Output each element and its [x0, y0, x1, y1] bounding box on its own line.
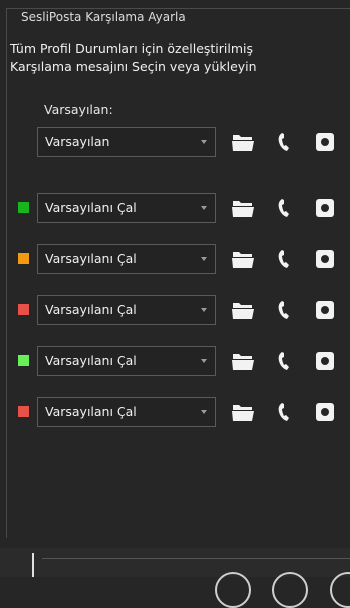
phone-icon: [278, 352, 289, 370]
status-row-4: Varsayılanı Çal: [0, 346, 350, 376]
status-greeting-value: Varsayılanı Çal: [45, 200, 137, 215]
status-greeting-select[interactable]: Varsayılanı Çal: [37, 193, 216, 223]
default-greeting-row: Varsayılan: [0, 127, 350, 157]
record-button[interactable]: [312, 297, 338, 323]
call-button[interactable]: [272, 297, 298, 323]
record-icon: [316, 301, 334, 319]
browse-button[interactable]: [230, 195, 256, 221]
status-color-swatch: [18, 253, 29, 264]
status-row-1: Varsayılanı Çal: [0, 193, 350, 223]
browse-button[interactable]: [230, 297, 256, 323]
group-title: SesliPosta Karşılama Ayarla: [17, 10, 190, 24]
browse-button[interactable]: [230, 399, 256, 425]
status-greeting-select[interactable]: Varsayılanı Çal: [37, 397, 216, 427]
chevron-down-icon: [201, 410, 207, 414]
description-line-2: Karşılama mesajını Seçin veya yükleyin: [10, 59, 257, 74]
folder-icon: [232, 405, 254, 421]
status-color-swatch: [18, 304, 29, 315]
divider: [42, 558, 350, 559]
record-button[interactable]: [312, 399, 338, 425]
phone-icon: [278, 250, 289, 268]
record-icon: [316, 403, 334, 421]
default-call-button[interactable]: [272, 129, 298, 155]
description: Tüm Profil Durumları için özelleştirilmi…: [10, 40, 257, 76]
status-row-2: Varsayılanı Çal: [0, 244, 350, 274]
default-greeting-value: Varsayılan: [45, 134, 110, 149]
status-color-swatch: [18, 406, 29, 417]
status-greeting-select[interactable]: Varsayılanı Çal: [37, 295, 216, 325]
call-button[interactable]: [272, 195, 298, 221]
chevron-down-icon: [201, 308, 207, 312]
call-button[interactable]: [272, 246, 298, 272]
folder-icon: [232, 303, 254, 319]
status-greeting-select[interactable]: Varsayılanı Çal: [37, 244, 216, 274]
status-row-5: Varsayılanı Çal: [0, 397, 350, 427]
status-greeting-value: Varsayılanı Çal: [45, 404, 137, 419]
status-greeting-value: Varsayılanı Çal: [45, 353, 137, 368]
browse-button[interactable]: [230, 348, 256, 374]
circle-button-3[interactable]: [330, 572, 350, 608]
record-icon: [316, 250, 334, 268]
default-greeting-select[interactable]: Varsayılan: [37, 127, 216, 157]
status-greeting-select[interactable]: Varsayılanı Çal: [37, 346, 216, 376]
status-color-swatch: [18, 355, 29, 366]
chevron-down-icon: [201, 140, 207, 144]
default-record-button[interactable]: [312, 129, 338, 155]
record-icon: [316, 199, 334, 217]
status-color-swatch: [18, 202, 29, 213]
circle-button-1[interactable]: [215, 572, 251, 608]
folder-icon: [232, 252, 254, 268]
phone-icon: [278, 133, 289, 151]
call-button[interactable]: [272, 348, 298, 374]
status-row-3: Varsayılanı Çal: [0, 295, 350, 325]
phone-icon: [278, 403, 289, 421]
call-button[interactable]: [272, 399, 298, 425]
status-greeting-value: Varsayılanı Çal: [45, 251, 137, 266]
default-label: Varsayılan:: [44, 102, 113, 117]
circle-button-2[interactable]: [272, 572, 308, 608]
chevron-down-icon: [201, 206, 207, 210]
folder-icon: [232, 201, 254, 217]
record-button[interactable]: [312, 348, 338, 374]
description-line-1: Tüm Profil Durumları için özelleştirilmi…: [10, 41, 254, 56]
status-greeting-value: Varsayılanı Çal: [45, 302, 137, 317]
record-icon: [316, 133, 334, 151]
record-button[interactable]: [312, 195, 338, 221]
text-cursor: [32, 553, 34, 577]
folder-icon: [232, 135, 254, 151]
default-browse-button[interactable]: [230, 129, 256, 155]
bottom-toolbar: [0, 548, 350, 608]
folder-icon: [232, 354, 254, 370]
browse-button[interactable]: [230, 246, 256, 272]
chevron-down-icon: [201, 257, 207, 261]
record-icon: [316, 352, 334, 370]
phone-icon: [278, 301, 289, 319]
record-button[interactable]: [312, 246, 338, 272]
phone-icon: [278, 199, 289, 217]
chevron-down-icon: [201, 359, 207, 363]
